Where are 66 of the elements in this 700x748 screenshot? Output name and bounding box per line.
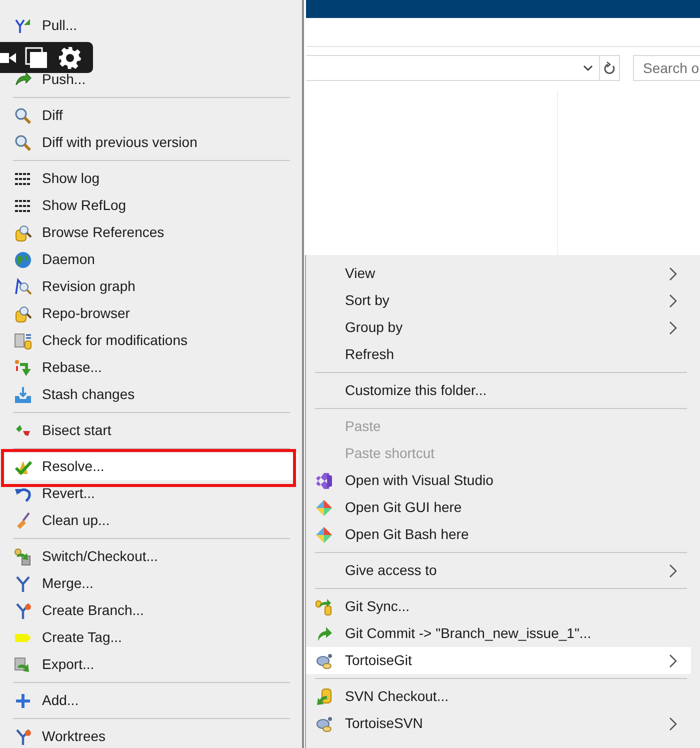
menu-item[interactable]: Git Sync... — [306, 593, 691, 620]
visual-studio-icon — [315, 472, 333, 490]
menu-item[interactable]: Give access to — [306, 557, 691, 584]
menu-item[interactable]: Stash changes — [4, 381, 298, 408]
inbox-tray-icon — [14, 386, 32, 404]
menu-item[interactable]: Git Commit -> "Branch_new_issue_1"... — [306, 620, 691, 647]
video-camera-icon[interactable] — [0, 50, 16, 64]
menu-item[interactable]: Open Git Bash here — [306, 521, 691, 548]
copy-icon[interactable] — [25, 46, 49, 68]
menu-item[interactable]: Group by — [306, 314, 691, 341]
diamond-icon — [315, 526, 333, 544]
branch-arrow-icon — [14, 16, 32, 34]
graph-magnifier-icon — [14, 278, 32, 296]
menu-item[interactable]: Revert... — [4, 480, 298, 507]
menu-item[interactable]: Pull... — [4, 12, 298, 39]
globe-icon — [14, 250, 32, 268]
plus-icon — [14, 692, 32, 710]
menu-item[interactable]: Resolve... — [4, 453, 298, 480]
menu-item[interactable]: Merge... — [4, 570, 298, 597]
menu-item[interactable]: SVN Checkout... — [306, 683, 691, 710]
magnifier-icon — [14, 106, 32, 124]
database-arrow-icon — [315, 688, 333, 706]
menu-item[interactable]: TortoiseSVN — [306, 710, 691, 737]
menu-item[interactable]: Revision graph — [4, 273, 298, 300]
menu-item[interactable]: Show RefLog — [4, 192, 298, 219]
sync-arrow-icon — [315, 598, 333, 616]
branch-icon — [14, 602, 32, 620]
menu-item[interactable]: View — [306, 260, 691, 287]
menu-item[interactable]: Add... — [4, 687, 298, 714]
diamond-icon — [315, 498, 333, 516]
database-magnifier-icon — [14, 304, 32, 322]
menu-item[interactable]: Bisect start — [4, 417, 298, 444]
menu-item[interactable]: Browse References — [4, 219, 298, 246]
switch-arrow-icon — [14, 548, 32, 566]
menu-item[interactable]: Repo-browser — [4, 300, 298, 327]
branch-icon — [14, 728, 32, 746]
merge-icon — [14, 574, 32, 592]
curved-arrow-icon — [315, 624, 333, 642]
menu-item[interactable]: Clean up... — [4, 507, 298, 534]
menu-item[interactable]: Show log — [4, 165, 298, 192]
magnifier-icon — [14, 134, 32, 152]
search-field[interactable]: Search o — [633, 55, 700, 81]
chevron-down-icon — [583, 64, 593, 72]
database-magnifier-icon — [14, 224, 32, 242]
menu-item[interactable]: TortoiseGit — [306, 647, 691, 674]
menu-item[interactable]: Customize this folder... — [306, 377, 691, 404]
menu-item[interactable]: Rebase... — [4, 354, 298, 381]
menu-item[interactable]: Worktrees — [4, 723, 298, 748]
document-arrow-icon — [14, 656, 32, 674]
refresh-icon — [604, 61, 616, 75]
menu-item[interactable]: Switch/Checkout... — [4, 543, 298, 570]
document-database-icon — [14, 332, 32, 350]
menu-item[interactable]: Create Branch... — [4, 597, 298, 624]
menu-item[interactable]: Refresh — [306, 341, 691, 368]
menu-item[interactable]: Diff with previous version — [4, 129, 298, 156]
menu-item[interactable]: Push... — [4, 66, 298, 93]
menu-item[interactable]: Open Git GUI here — [306, 494, 691, 521]
rebase-arrow-icon — [14, 358, 32, 376]
menu-item[interactable]: Open with Visual Studio — [306, 467, 691, 494]
menu-item[interactable]: Check for modifications — [4, 327, 298, 354]
menu-item[interactable]: Export... — [4, 651, 298, 678]
menu-item[interactable]: Daemon — [4, 246, 298, 273]
settings-icon[interactable] — [58, 46, 82, 70]
menu-item[interactable]: Diff — [4, 102, 298, 129]
menu-item[interactable]: Sort by — [306, 287, 691, 314]
menu-item[interactable]: Create Tag... — [4, 624, 298, 651]
